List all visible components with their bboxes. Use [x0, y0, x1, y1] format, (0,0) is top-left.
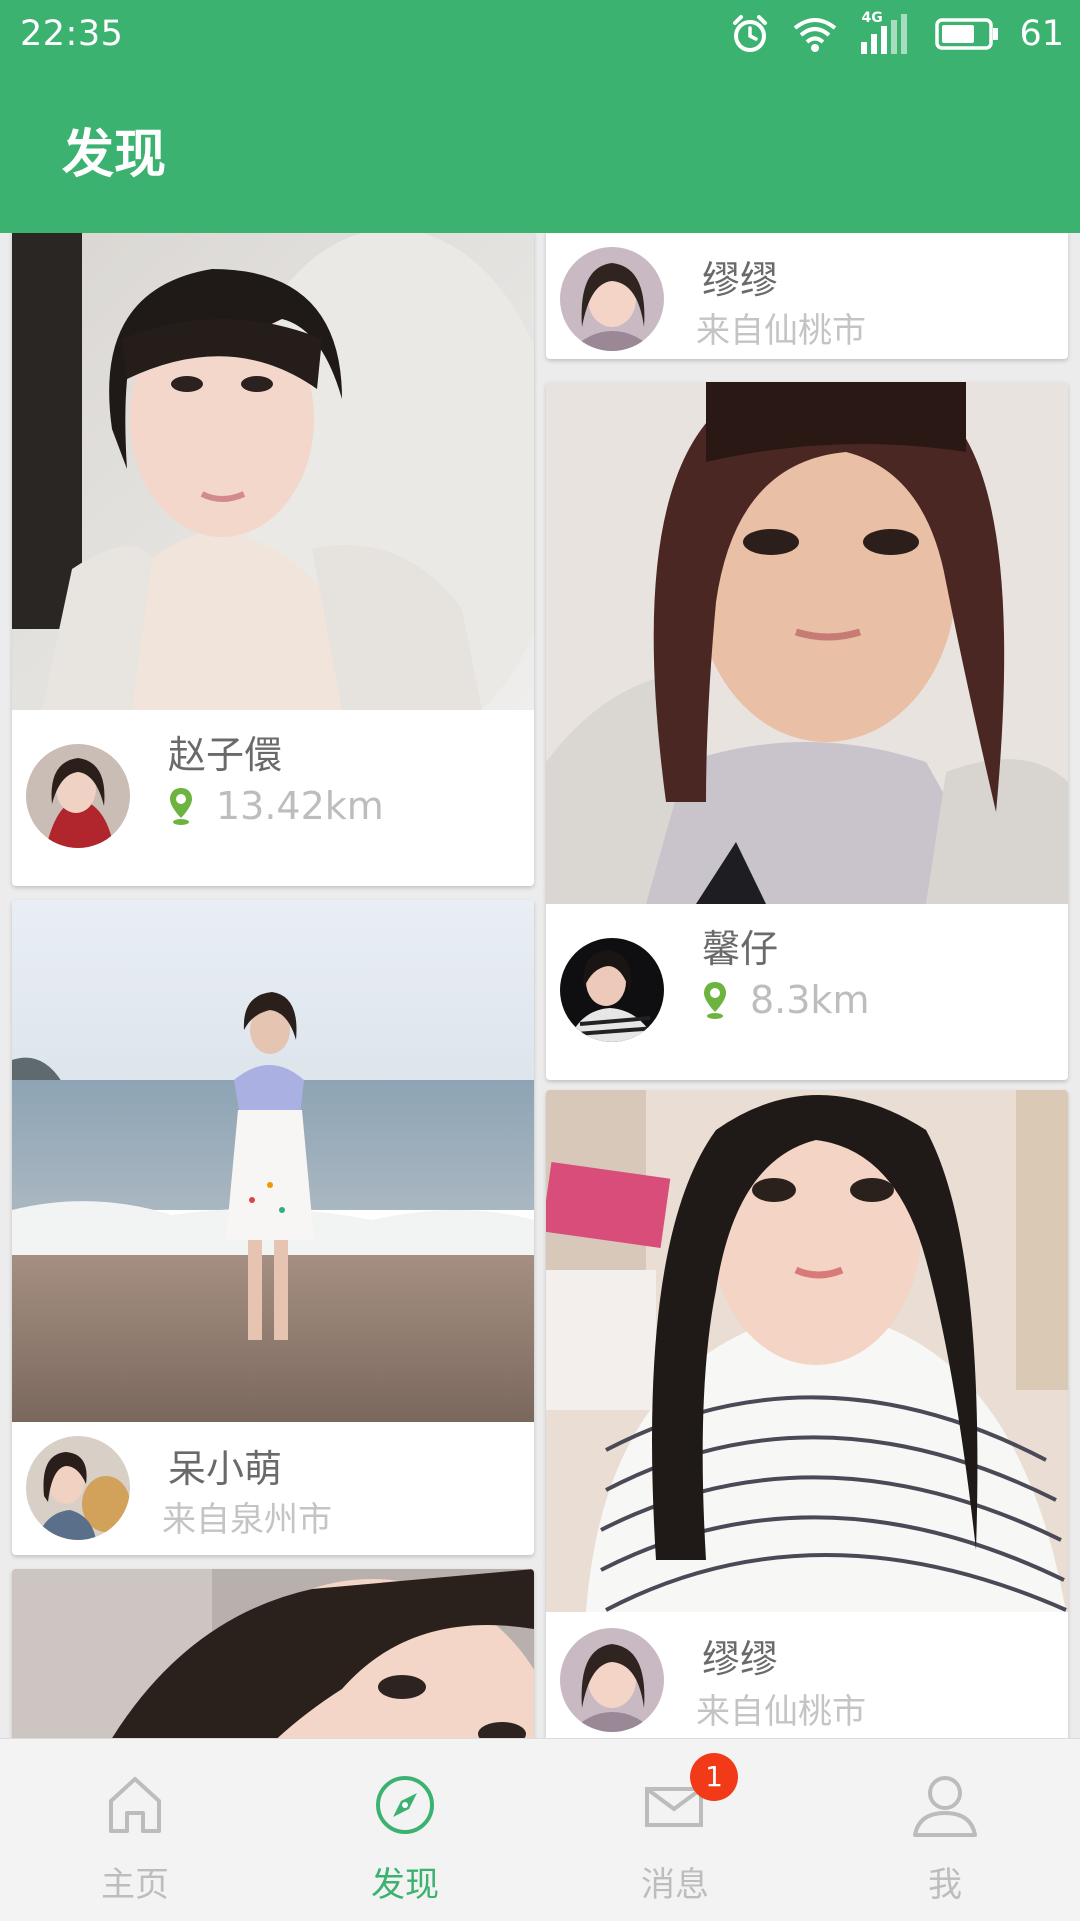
distance-value: 8.3km — [750, 978, 870, 1022]
user-name: 缪缪 — [702, 258, 779, 302]
user-card[interactable]: 缪缪 来自仙桃市 — [546, 1090, 1068, 1738]
home-icon — [109, 1777, 161, 1833]
avatar[interactable] — [560, 1628, 664, 1732]
user-name: 缪缪 — [702, 1637, 779, 1681]
page-title: 发现 — [62, 125, 167, 185]
nav-me[interactable]: 我 — [810, 1739, 1080, 1921]
unread-badge: 1 — [690, 1753, 738, 1801]
user-photo[interactable] — [546, 1090, 1068, 1612]
distance: 13.42km — [168, 784, 384, 828]
battery-level: 61 — [1019, 14, 1064, 54]
user-photo[interactable] — [546, 382, 1068, 904]
nav-label: 消息 — [641, 1865, 709, 1905]
compass-icon — [376, 1776, 434, 1834]
user-photo[interactable] — [12, 900, 534, 1422]
battery-icon — [935, 18, 999, 50]
app-header: 22:35 4G 61 发现 — [0, 0, 1080, 233]
user-name: 呆小萌 — [168, 1447, 283, 1491]
alarm-icon — [733, 15, 768, 52]
user-location: 来自仙桃市 — [696, 1692, 866, 1732]
user-card[interactable]: 馨仔 8.3km — [546, 382, 1068, 1080]
nav-home[interactable]: 主页 — [0, 1739, 270, 1921]
discover-feed[interactable]: 赵子儇 13.42km 呆小萌 来自泉州市 缪缪 来自仙桃市 馨仔 8.3km … — [0, 233, 1080, 1738]
status-icons: 4G 61 — [729, 10, 1064, 58]
user-card[interactable]: 赵子儇 13.42km — [12, 233, 534, 886]
nav-messages[interactable]: 1 消息 — [540, 1739, 810, 1921]
nav-label: 我 — [928, 1865, 962, 1905]
user-card[interactable]: 呆小萌 来自泉州市 — [12, 900, 534, 1555]
avatar[interactable] — [26, 744, 130, 848]
distance-value: 13.42km — [216, 784, 384, 828]
status-time: 22:35 — [20, 14, 124, 54]
user-location: 来自泉州市 — [162, 1500, 332, 1540]
nav-label: 主页 — [101, 1865, 169, 1905]
user-name: 赵子儇 — [168, 733, 283, 777]
user-name: 馨仔 — [702, 927, 779, 971]
user-photo[interactable] — [12, 233, 534, 710]
bottom-navigation: 主页 发现 1 消息 我 — [0, 1738, 1080, 1921]
avatar[interactable] — [560, 247, 664, 351]
nav-label: 发现 — [371, 1865, 439, 1905]
nav-discover[interactable]: 发现 — [270, 1739, 540, 1921]
user-card[interactable]: 缪缪 来自仙桃市 — [546, 233, 1068, 359]
wifi-icon — [794, 18, 837, 52]
user-photo[interactable] — [12, 1569, 534, 1738]
cell-signal-icon: 4G — [859, 10, 915, 56]
location-pin-icon — [704, 982, 726, 1019]
user-card[interactable] — [12, 1569, 534, 1738]
location-pin-icon — [170, 788, 192, 825]
user-location: 来自仙桃市 — [696, 311, 866, 351]
avatar[interactable] — [560, 938, 664, 1042]
distance: 8.3km — [702, 978, 869, 1022]
person-icon — [913, 1776, 977, 1837]
avatar[interactable] — [26, 1436, 130, 1540]
